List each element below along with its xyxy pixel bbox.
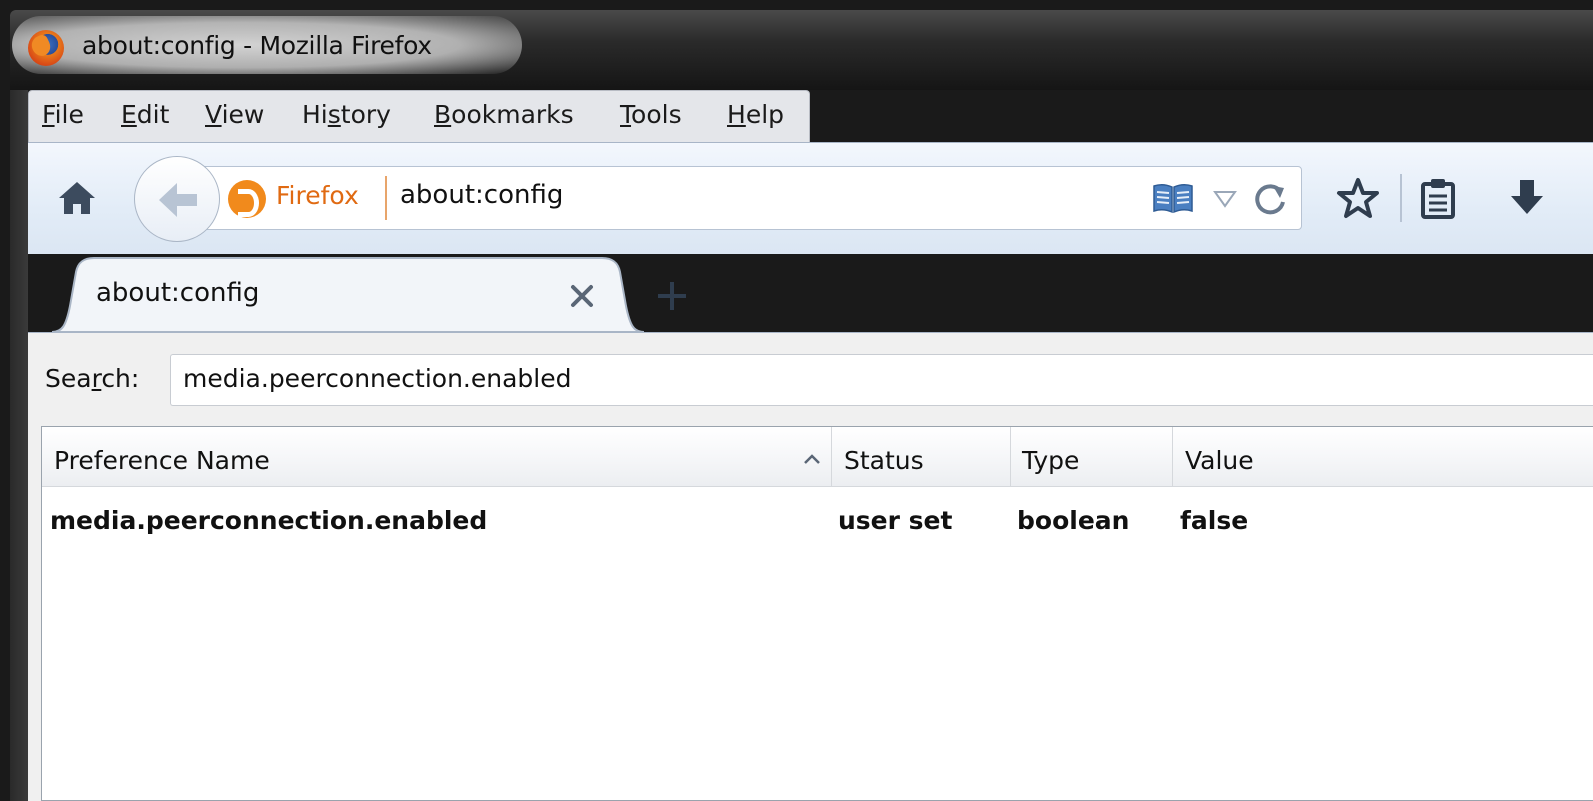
identity-firefox-icon[interactable] bbox=[228, 180, 266, 218]
column-header-value[interactable]: Value bbox=[1185, 446, 1254, 475]
reader-view-icon[interactable] bbox=[1152, 182, 1194, 214]
tab-label[interactable]: about:config bbox=[96, 278, 259, 308]
menu-file[interactable]: File bbox=[42, 100, 84, 129]
window-left-frame bbox=[10, 90, 28, 801]
search-label: Search: bbox=[45, 364, 139, 393]
access-key: E bbox=[121, 100, 137, 129]
toolbar-separator bbox=[1400, 174, 1402, 222]
column-header-type[interactable]: Type bbox=[1022, 446, 1079, 475]
url-text[interactable]: about:config bbox=[400, 180, 563, 210]
dropmarker-icon[interactable] bbox=[1210, 186, 1240, 210]
home-icon[interactable] bbox=[55, 178, 99, 218]
back-arrow-icon bbox=[159, 183, 197, 217]
screenshot-stage: { "window": { "title": "about:config - M… bbox=[0, 0, 1593, 801]
row-status[interactable]: user set bbox=[838, 506, 952, 535]
back-button[interactable] bbox=[134, 156, 220, 242]
access-key: T bbox=[620, 100, 632, 129]
row-type[interactable]: boolean bbox=[1017, 506, 1129, 535]
column-separator[interactable] bbox=[831, 427, 832, 487]
access-key: r bbox=[91, 364, 102, 393]
identity-separator bbox=[385, 176, 387, 220]
access-key: H bbox=[727, 100, 746, 129]
menu-help[interactable]: Help bbox=[727, 100, 784, 129]
reload-icon[interactable] bbox=[1251, 180, 1289, 218]
column-separator[interactable] bbox=[1010, 427, 1011, 487]
access-key: B bbox=[434, 100, 452, 129]
downloads-icon[interactable] bbox=[1505, 176, 1549, 220]
access-key: V bbox=[205, 100, 222, 129]
menu-bookmarks[interactable]: Bookmarks bbox=[434, 100, 574, 129]
search-input-value[interactable]: media.peerconnection.enabled bbox=[183, 364, 571, 393]
sort-ascending-icon[interactable] bbox=[802, 452, 822, 466]
firefox-logo-icon[interactable] bbox=[28, 30, 64, 66]
menu-edit[interactable]: Edit bbox=[121, 100, 169, 129]
menu-view[interactable]: View bbox=[205, 100, 264, 129]
column-separator[interactable] bbox=[1172, 427, 1173, 487]
bookmark-star-icon[interactable] bbox=[1336, 176, 1380, 220]
url-bar[interactable] bbox=[200, 166, 1302, 230]
column-header-preference-name[interactable]: Preference Name bbox=[54, 446, 270, 475]
access-key: s bbox=[327, 100, 341, 129]
row-value[interactable]: false bbox=[1180, 506, 1248, 535]
menu-tools[interactable]: Tools bbox=[620, 100, 682, 129]
row-preference-name[interactable]: media.peerconnection.enabled bbox=[50, 506, 487, 535]
column-header-status[interactable]: Status bbox=[844, 446, 924, 475]
menu-history[interactable]: History bbox=[302, 100, 391, 129]
search-label-text: Search: bbox=[45, 364, 140, 393]
window-title: about:config - Mozilla Firefox bbox=[82, 31, 432, 60]
close-icon[interactable] bbox=[566, 280, 598, 312]
bookmarks-menu-icon[interactable] bbox=[1418, 176, 1458, 220]
new-tab-plus-icon[interactable] bbox=[650, 274, 694, 318]
identity-label[interactable]: Firefox bbox=[276, 181, 359, 210]
access-key: F bbox=[42, 100, 55, 129]
